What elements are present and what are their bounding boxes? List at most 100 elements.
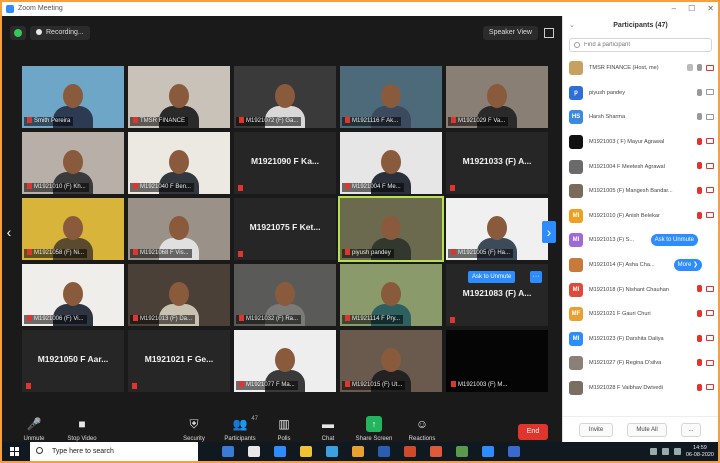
video-off-icon[interactable]	[706, 138, 714, 145]
muted-mic-icon[interactable]	[697, 137, 702, 145]
video-tile[interactable]: M1921013 (F) Da...	[128, 264, 230, 326]
maximize-button[interactable]: ☐	[688, 2, 695, 16]
video-tile[interactable]: M1921058 (F) Ni...	[22, 198, 124, 260]
more-button[interactable]: More ❯	[673, 258, 702, 271]
video-tile[interactable]: M1921005 (F) Ha...	[446, 198, 548, 260]
reactions-button[interactable]: ☺ Reactions	[394, 416, 450, 442]
video-tile[interactable]: M1921029 F Va...	[446, 66, 548, 128]
speaker-view-button[interactable]: Speaker View	[482, 26, 538, 40]
participant-row[interactable]: p piyush pandey	[563, 81, 718, 106]
video-tile[interactable]: M1921003 (F) M...	[446, 330, 548, 392]
participant-search-box[interactable]	[569, 38, 712, 52]
muted-mic-icon[interactable]	[697, 383, 702, 391]
participant-row[interactable]: MI M1921013 (F) S... Ask to Unmute	[563, 228, 718, 253]
video-tile[interactable]: M1921040 F Ben...	[128, 132, 230, 194]
video-off-icon[interactable]	[706, 359, 714, 366]
video-tile[interactable]: Smith Pereira	[22, 66, 124, 128]
muted-mic-icon[interactable]	[697, 285, 702, 293]
muted-mic-icon[interactable]	[697, 211, 702, 219]
name-only-tile[interactable]: M1921075 F Ket...	[234, 198, 336, 260]
muted-mic-icon[interactable]	[697, 359, 702, 367]
security-shield-icon[interactable]	[10, 26, 26, 40]
video-off-icon[interactable]	[706, 212, 714, 219]
participant-row[interactable]: MF M1921021 F Gauri Churi	[563, 302, 718, 327]
zoom-app-icon[interactable]	[274, 446, 286, 457]
excel-app-icon[interactable]	[456, 446, 468, 457]
stop-video-button[interactable]: ■ Stop Video	[54, 416, 110, 442]
tile-more-button[interactable]: ···	[530, 271, 542, 283]
muted-mic-icon[interactable]	[697, 162, 702, 170]
video-tile[interactable]: M1921077 F Ma...	[234, 330, 336, 392]
video-tile[interactable]: M1921006 (F) Vi...	[22, 264, 124, 326]
recording-indicator[interactable]: Recording...	[30, 26, 90, 40]
muted-mic-icon[interactable]	[697, 309, 702, 317]
video-tile[interactable]: M1921072 (F) Ga...	[234, 66, 336, 128]
participant-row[interactable]: TMSR FINANCE (Host, me)	[563, 56, 718, 81]
windows-start-icon[interactable]	[10, 447, 20, 457]
outlook-app-icon[interactable]	[508, 446, 520, 457]
video-tile[interactable]: M1921116 F Ak...	[340, 66, 442, 128]
muted-mic-icon[interactable]	[697, 186, 702, 194]
video-off-icon[interactable]	[706, 335, 714, 342]
name-only-tile[interactable]: M1921021 F Ge...	[128, 330, 230, 392]
participant-row[interactable]: M1921027 (F) Regina D'silva	[563, 351, 718, 376]
mail-app-icon[interactable]	[326, 446, 338, 457]
edge-browser-icon[interactable]	[248, 446, 260, 457]
video-off-icon[interactable]	[706, 64, 714, 71]
minimize-button[interactable]: –	[672, 2, 676, 16]
previous-page-icon[interactable]: ‹	[2, 221, 16, 243]
participant-row[interactable]: M1921005 (F) Mangesh Bandar...	[563, 179, 718, 204]
zoom-meeting-icon[interactable]	[482, 446, 494, 457]
microphone-icon[interactable]	[697, 113, 702, 121]
video-off-icon[interactable]	[706, 285, 714, 292]
muted-mic-icon[interactable]	[697, 334, 702, 342]
name-only-tile[interactable]: M1921090 F Ka...	[234, 132, 336, 194]
battery-icon[interactable]	[673, 448, 681, 455]
end-meeting-button[interactable]: End	[518, 424, 548, 440]
participant-row[interactable]: M1921003 ( F) Mayur Agrawal	[563, 130, 718, 155]
name-only-tile[interactable]: M1921033 (F) A...	[446, 132, 548, 194]
participant-search-input[interactable]	[584, 39, 704, 51]
ask-to-unmute-button[interactable]: Ask to Unmute	[650, 234, 698, 247]
file-explorer-icon[interactable]	[300, 446, 312, 457]
participant-row[interactable]: HS Harsh Sharma	[563, 105, 718, 130]
word-app-icon[interactable]	[378, 446, 390, 457]
video-camera-icon[interactable]	[706, 89, 714, 96]
more-options-button[interactable]: ...	[681, 423, 701, 437]
video-tile[interactable]: M1921114 F Pry...	[340, 264, 442, 326]
participant-row[interactable]: M1921014 (F) Asha Cha... More ❯	[563, 253, 718, 278]
video-tile[interactable]: piyush pandey	[338, 196, 444, 262]
task-view-icon[interactable]	[222, 446, 234, 457]
video-tile[interactable]: M1921068 F Vis...	[128, 198, 230, 260]
close-button[interactable]: ✕	[707, 2, 714, 16]
name-only-tile[interactable]: M1921050 F Aar...	[22, 330, 124, 392]
video-off-icon[interactable]	[706, 384, 714, 391]
microphone-icon[interactable]	[697, 88, 702, 96]
video-tile[interactable]: M1921032 (F) Ra...	[234, 264, 336, 326]
participant-row[interactable]: MI M1921018 (F) Nishant Chauhan	[563, 277, 718, 302]
tile-ask-to-unmute-button[interactable]: Ask to Unmute	[468, 271, 516, 283]
mute-all-button[interactable]: Mute All	[627, 423, 667, 437]
system-clock[interactable]: 14:59 06-08-2020	[686, 445, 714, 459]
network-icon[interactable]	[649, 448, 657, 455]
video-tile[interactable]: M1921010 (F) Kh...	[22, 132, 124, 194]
video-tile[interactable]: TMSR FINANCE	[128, 66, 230, 128]
video-off-icon[interactable]	[706, 310, 714, 317]
collapse-panel-icon[interactable]: ⌄	[569, 16, 575, 36]
taskbar-search-box[interactable]: Type here to search	[30, 442, 198, 461]
video-camera-icon[interactable]	[706, 113, 714, 120]
powerpoint-app-icon[interactable]	[404, 446, 416, 457]
participant-row[interactable]: MI M1921023 (F) Darshita Daliya	[563, 327, 718, 352]
chrome-app-icon[interactable]	[430, 446, 442, 457]
participant-row[interactable]: M1921004 F Meetesh Agrawal	[563, 154, 718, 179]
participant-row[interactable]: M1921028 F Vaibhav Dwivedi	[563, 376, 718, 401]
next-page-icon[interactable]: ›	[542, 221, 556, 243]
video-off-icon[interactable]	[706, 162, 714, 169]
video-tile[interactable]: M1921015 (F) Ut...	[340, 330, 442, 392]
participant-row[interactable]: MI M1921010 (F) Anish Belekar	[563, 204, 718, 229]
microphone-icon[interactable]	[697, 64, 702, 71]
video-off-icon[interactable]	[706, 187, 714, 194]
volume-icon[interactable]	[661, 448, 669, 455]
fullscreen-icon[interactable]	[544, 28, 554, 38]
invite-button[interactable]: Invite	[579, 423, 613, 437]
